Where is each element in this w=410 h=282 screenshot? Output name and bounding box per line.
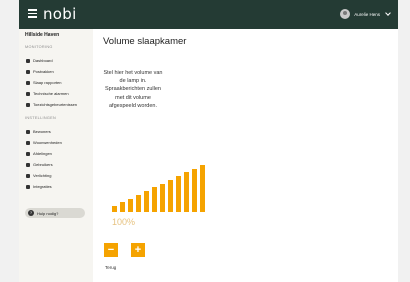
- back-link[interactable]: Terug: [105, 265, 116, 270]
- sidebar-item-label: Integraties: [33, 184, 52, 189]
- mailbox-icon: [26, 69, 30, 74]
- increase-volume-button[interactable]: +: [131, 243, 145, 257]
- residences-icon: [26, 140, 30, 145]
- sidebar-item-label: Gebruikers: [33, 162, 53, 167]
- departments-icon: [26, 151, 30, 156]
- sidebar-item-toezichtsgebeurtenissen[interactable]: Toezichtsgebeurtenissen: [26, 102, 77, 107]
- volume-description: Stel hier het volume van de lamp in. Spr…: [103, 70, 163, 109]
- residents-icon: [26, 129, 30, 134]
- user-name: Aurelie Hens: [354, 11, 380, 17]
- user-menu[interactable]: Aurelie Hens: [340, 9, 391, 19]
- sidebar-item-label: Slaap rapporten: [33, 80, 62, 85]
- volume-step-bar[interactable]: [120, 202, 125, 212]
- app-logo: nobi: [43, 5, 77, 23]
- sidebar-item-slaap-rapporten[interactable]: Slaap rapporten: [26, 80, 61, 85]
- volume-step-bar[interactable]: [144, 191, 149, 212]
- organization-name: Hillside Haven: [25, 32, 60, 38]
- volume-percentage: 100%: [112, 217, 136, 227]
- volume-step-bar[interactable]: [168, 179, 173, 212]
- top-bar: nobi Aurelie Hens: [19, 0, 398, 29]
- users-icon: [26, 162, 30, 167]
- volume-step-bar[interactable]: [128, 198, 133, 212]
- volume-step-bar[interactable]: [200, 165, 205, 212]
- decrease-volume-button[interactable]: −: [104, 243, 118, 257]
- sidebar-item-integraties[interactable]: Integraties: [26, 184, 52, 189]
- sidebar: Hillside Haven MONITORING Dashboard Post…: [19, 29, 93, 282]
- sidebar-item-label: Bewoners: [33, 129, 51, 134]
- chevron-down-icon: [385, 10, 391, 16]
- help-icon: ?: [28, 210, 34, 216]
- volume-step-bar[interactable]: [136, 194, 141, 212]
- sidebar-item-label: Verlichting: [33, 173, 52, 178]
- help-button[interactable]: ? Hulp nodig?: [25, 208, 85, 218]
- page-title: Volume slaapkamer: [103, 36, 187, 47]
- sidebar-item-afdelingen[interactable]: Afdelingen: [26, 151, 52, 156]
- volume-step-bar[interactable]: [152, 187, 157, 212]
- menu-icon[interactable]: [28, 9, 37, 18]
- sidebar-item-label: Afdelingen: [33, 151, 52, 156]
- sidebar-item-woonwenheden[interactable]: Woonwenheden: [26, 140, 62, 145]
- supervision-icon: [26, 102, 30, 107]
- volume-step-bar[interactable]: [176, 176, 181, 212]
- dashboard-icon: [26, 58, 30, 63]
- technical-alarm-icon: [26, 91, 30, 96]
- volume-step-bar[interactable]: [112, 206, 117, 212]
- avatar-icon: [340, 9, 351, 19]
- sidebar-item-dashboard[interactable]: Dashboard: [26, 58, 53, 63]
- sidebar-item-technische-alarmen[interactable]: Technische alarmen: [26, 91, 69, 96]
- section-instellingen: INSTELLINGEN: [25, 116, 57, 120]
- sidebar-item-label: Postvakken: [33, 69, 54, 74]
- sidebar-item-postvakken[interactable]: Postvakken: [26, 69, 54, 74]
- sidebar-item-label: Dashboard: [33, 58, 53, 63]
- sleep-report-icon: [26, 80, 30, 85]
- volume-step-bar[interactable]: [160, 183, 165, 212]
- sidebar-item-label: Toezichtsgebeurtenissen: [33, 102, 78, 107]
- integrations-icon: [26, 184, 30, 189]
- section-monitoring: MONITORING: [25, 45, 53, 49]
- app-window: nobi Aurelie Hens Hillside Haven MONITOR…: [19, 0, 398, 282]
- volume-step-bar[interactable]: [192, 168, 197, 212]
- sidebar-item-gebruikers[interactable]: Gebruikers: [26, 162, 53, 167]
- sidebar-item-bewoners[interactable]: Bewoners: [26, 129, 51, 134]
- lighting-icon: [26, 173, 30, 178]
- sidebar-item-verlichting[interactable]: Verlichting: [26, 173, 51, 178]
- sidebar-item-label: Woonwenheden: [33, 140, 62, 145]
- help-label: Hulp nodig?: [37, 210, 59, 216]
- volume-step-bar[interactable]: [184, 172, 189, 212]
- sidebar-item-label: Technische alarmen: [33, 91, 69, 96]
